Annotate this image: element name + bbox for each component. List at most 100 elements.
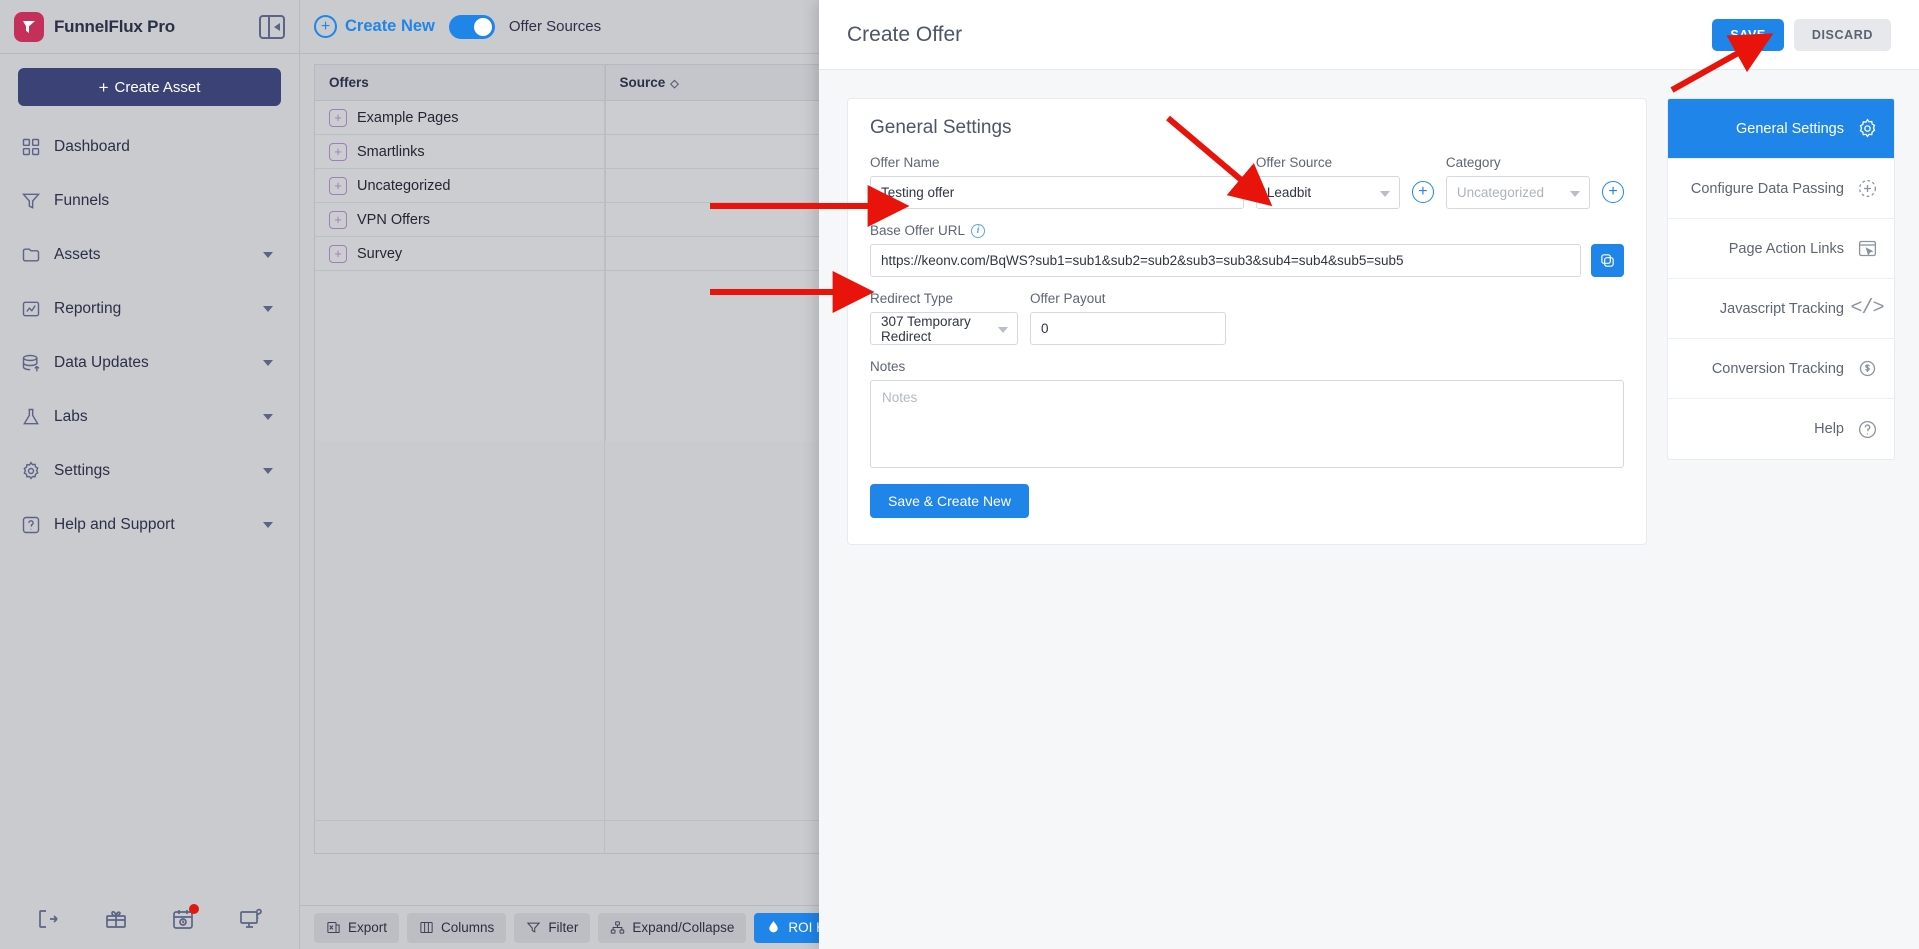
offer-name: VPN Offers	[357, 211, 431, 228]
sidebar-item-funnels[interactable]: Funnels	[18, 174, 281, 228]
sidebar-item-label: Reporting	[54, 300, 122, 317]
offer-name-label: Offer Name	[870, 155, 940, 170]
sidebar-item-reporting[interactable]: Reporting	[18, 282, 281, 336]
sidebar-item-help-and-support[interactable]: Help and Support	[18, 498, 281, 552]
chevron-down-icon	[263, 360, 273, 366]
create-asset-label: Create Asset	[114, 78, 201, 96]
table-row[interactable]: + Example Pages	[315, 100, 835, 135]
sidebar-item-assets[interactable]: Assets	[18, 228, 281, 282]
logout-icon[interactable]	[35, 906, 61, 932]
offer-payout-input[interactable]	[1030, 312, 1226, 345]
expand-row-icon[interactable]: +	[329, 176, 347, 195]
menu-item-page-action-links[interactable]: Page Action Links	[1668, 219, 1894, 279]
sidebar: FunnelFlux Pro + Create Asset Dashboard …	[0, 0, 300, 949]
sort-updown-icon: ◇	[670, 78, 679, 90]
table-row[interactable]: + Smartlinks	[315, 134, 835, 169]
create-new-label: Create New	[345, 17, 435, 35]
chevron-down-icon	[263, 306, 273, 312]
database-upload-icon	[20, 352, 42, 374]
filter-button[interactable]: Filter	[514, 912, 591, 943]
funnelflux-logo-icon	[14, 11, 44, 42]
table-row[interactable]: + Survey	[315, 236, 835, 271]
expand-row-icon[interactable]: +	[329, 108, 347, 127]
redirect-type-label: Redirect Type	[870, 291, 954, 306]
columns-icon	[420, 922, 433, 933]
offer-name: Uncategorized	[357, 177, 451, 194]
category-select[interactable]: Uncategorized	[1445, 176, 1590, 209]
expand-row-icon[interactable]: +	[329, 142, 347, 161]
add-offer-source-button[interactable]: +	[1411, 181, 1434, 203]
redirect-type-group: Redirect Type 307 Temporary Redirect	[870, 291, 1018, 345]
sidebar-item-dashboard[interactable]: Dashboard	[18, 120, 281, 174]
sidebar-item-label: Labs	[54, 408, 88, 425]
copy-url-button[interactable]	[1591, 244, 1624, 277]
offer-name-input[interactable]	[870, 176, 1244, 209]
sidebar-item-label: Help and Support	[54, 516, 175, 533]
info-icon[interactable]: i	[971, 223, 986, 238]
gear-icon	[1856, 118, 1878, 140]
notes-textarea[interactable]	[870, 380, 1624, 468]
sidebar-item-settings[interactable]: Settings	[18, 444, 281, 498]
code-brackets-icon: </>	[1850, 297, 1885, 320]
menu-item-conversion-tracking[interactable]: Conversion Tracking	[1668, 339, 1894, 399]
column-header-offers[interactable]: Offers	[315, 65, 606, 101]
category-field-group: Category Uncategorized	[1445, 155, 1590, 209]
redirect-payout-row: Redirect Type 307 Temporary Redirect Off…	[870, 291, 1624, 345]
gift-icon[interactable]	[103, 906, 129, 932]
create-offer-panel: Create Offer SAVE DISCARD General Settin…	[819, 0, 1919, 949]
menu-item-help[interactable]: Help	[1668, 399, 1894, 459]
app-root: FunnelFlux Pro + Create Asset Dashboard …	[0, 0, 1919, 949]
sidebar-body: + Create Asset Dashboard Funnels Assets	[0, 54, 299, 889]
offer-payout-group: Offer Payout	[1030, 291, 1226, 345]
add-category-button[interactable]: +	[1601, 181, 1624, 203]
create-asset-button[interactable]: + Create Asset	[18, 68, 281, 106]
sidebar-item-labs[interactable]: Labs	[18, 390, 281, 444]
chart-report-icon	[20, 298, 42, 320]
general-settings-card: General Settings Offer Name Offer Source…	[847, 98, 1647, 545]
grid-icon	[20, 136, 42, 158]
panel-side-menu: General Settings Configure Data Passing …	[1667, 98, 1895, 460]
offer-name-field-group: Offer Name	[870, 155, 1244, 209]
sidebar-item-label: Dashboard	[54, 138, 130, 155]
table-footer-divider	[314, 820, 834, 821]
discard-button[interactable]: DISCARD	[1793, 18, 1891, 51]
offer-sources-toggle[interactable]	[448, 14, 495, 39]
notes-group: Notes	[870, 359, 1624, 468]
tree-expand-icon	[611, 921, 625, 934]
offer-name: Example Pages	[357, 109, 459, 126]
save-and-create-new-button[interactable]: Save & Create New	[870, 484, 1029, 518]
menu-item-configure-data-passing[interactable]: Configure Data Passing	[1668, 159, 1894, 219]
card-title: General Settings	[870, 117, 1012, 138]
calendar-clock-icon[interactable]	[170, 904, 200, 932]
expand-collapse-button[interactable]: Expand/Collapse	[598, 912, 747, 943]
table-row[interactable]: + Uncategorized	[315, 168, 835, 203]
save-button[interactable]: SAVE	[1712, 18, 1784, 51]
columns-button[interactable]: Columns	[407, 912, 507, 943]
notes-label: Notes	[870, 359, 906, 374]
sidebar-item-data-updates[interactable]: Data Updates	[18, 336, 281, 390]
expand-row-icon[interactable]: +	[329, 244, 347, 263]
export-button[interactable]: Export	[314, 912, 400, 943]
table-row[interactable]: + VPN Offers	[315, 202, 835, 237]
plus-icon: +	[98, 77, 109, 97]
offer-sources-label: Offer Sources	[508, 18, 602, 35]
sidebar-item-label: Assets	[54, 246, 101, 263]
filter-icon	[527, 922, 541, 933]
name-source-category-row: Offer Name Offer Source Leadbit + Catego…	[870, 155, 1624, 209]
chevron-down-icon	[1379, 190, 1390, 197]
menu-item-general-settings[interactable]: General Settings	[1668, 99, 1894, 159]
offer-source-select[interactable]: Leadbit	[1255, 176, 1400, 209]
create-new-button[interactable]: + Create New	[314, 15, 435, 38]
gear-icon	[20, 460, 42, 482]
screen-help-icon[interactable]	[238, 906, 264, 932]
base-offer-url-label: Base Offer URL i	[870, 223, 1624, 238]
offer-source	[605, 168, 835, 203]
sidebar-collapse-icon[interactable]	[259, 14, 285, 39]
expand-row-icon[interactable]: +	[329, 210, 347, 229]
redirect-type-select[interactable]: 307 Temporary Redirect	[870, 312, 1018, 345]
offers-table: Offers Source ◇ + Example Pages + Smartlink…	[315, 65, 835, 441]
base-offer-url-group: Base Offer URL i	[870, 223, 1624, 277]
base-offer-url-input[interactable]	[870, 244, 1581, 277]
column-header-source[interactable]: Source ◇	[605, 65, 835, 101]
menu-item-javascript-tracking[interactable]: Javascript Tracking </>	[1668, 279, 1894, 339]
